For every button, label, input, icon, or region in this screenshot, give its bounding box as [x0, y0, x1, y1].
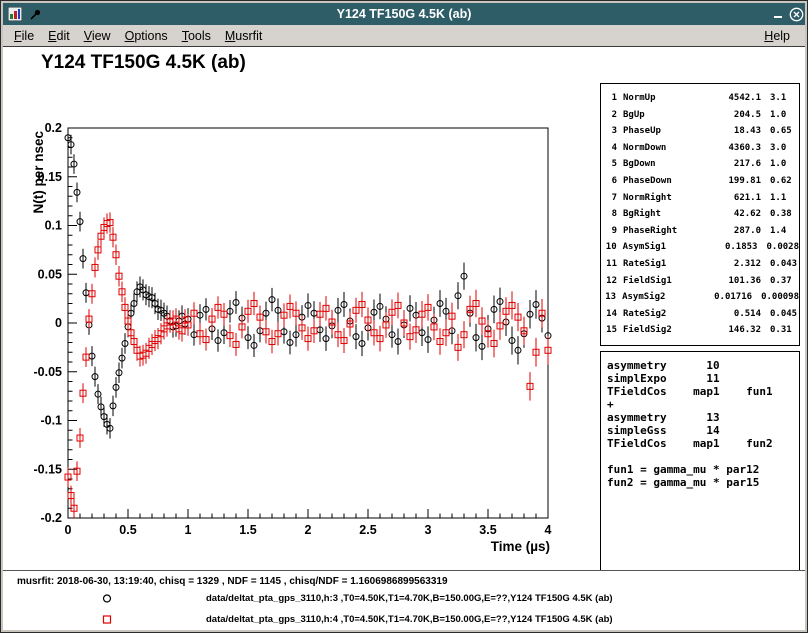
svg-text:0: 0	[65, 523, 72, 537]
menu-help[interactable]: Help	[757, 27, 797, 45]
theory-line	[607, 450, 799, 463]
series-circle	[65, 128, 551, 438]
param-row: 2BgUp204.51.0	[601, 107, 799, 124]
app-icon[interactable]	[7, 6, 23, 22]
svg-text:3.5: 3.5	[479, 523, 496, 537]
theory-line: asymmetry 13	[607, 411, 799, 424]
param-row: 15FieldSig2146.320.31	[601, 322, 799, 339]
param-row: 11RateSig12.3120.043	[601, 256, 799, 273]
param-row: 13AsymSig20.017160.00098	[601, 289, 799, 306]
svg-text:0.1: 0.1	[45, 219, 62, 233]
svg-text:-0.2: -0.2	[40, 511, 62, 525]
param-box[interactable]: 1NormUp4542.13.12BgUp204.51.03PhaseUp18.…	[600, 83, 800, 346]
svg-text:-0.15: -0.15	[34, 462, 63, 476]
param-row: 1NormUp4542.13.1	[601, 90, 799, 107]
theory-lines: asymmetry 10simplExpo 11TFieldCos map1 f…	[607, 359, 799, 489]
param-row: 10AsymSig10.18530.0028	[601, 239, 799, 256]
menu-tools[interactable]: Tools	[175, 27, 218, 45]
title-bar: Y124 TF150G 4.5K (ab)	[3, 3, 805, 25]
theory-line: +	[607, 398, 799, 411]
svg-text:0.5: 0.5	[119, 523, 136, 537]
series-square	[65, 212, 551, 518]
svg-text:0.2: 0.2	[45, 121, 62, 135]
svg-text:2.5: 2.5	[359, 523, 376, 537]
minimize-button[interactable]	[769, 6, 787, 22]
param-row: 6PhaseDown199.810.62	[601, 173, 799, 190]
svg-text:-0.05: -0.05	[34, 365, 63, 379]
svg-text:1.5: 1.5	[239, 523, 256, 537]
legend-entry-text: data/deltat_pta_gps_3110,h:3 ,T0=4.50K,T…	[206, 593, 613, 604]
menu-file[interactable]: File	[7, 27, 41, 45]
pin-icon[interactable]	[27, 6, 43, 22]
svg-text:0.05: 0.05	[38, 267, 62, 281]
menu-bar: File Edit View Options Tools Musrfit Hel…	[3, 25, 805, 47]
theory-box[interactable]: asymmetry 10simplExpo 11TFieldCos map1 f…	[600, 351, 800, 571]
param-row: 14RateSig20.5140.045	[601, 306, 799, 323]
param-rows: 1NormUp4542.13.12BgUp204.51.03PhaseUp18.…	[601, 90, 799, 339]
svg-text:1: 1	[185, 523, 192, 537]
plot-frame	[68, 128, 548, 518]
theory-line: simpleGss 14	[607, 424, 799, 437]
svg-text:2: 2	[305, 523, 312, 537]
root-canvas: Y124 TF150G 4.5K (ab) 00.511.522.533.540…	[3, 47, 805, 630]
y-axis-title: N(t) per nsec	[31, 131, 46, 214]
menu-edit[interactable]: Edit	[41, 27, 77, 45]
status-line: musrfit: 2018-06-30, 13:19:40, chisq = 1…	[17, 576, 448, 587]
svg-text:-0.1: -0.1	[40, 414, 62, 428]
legend-square-marker	[99, 612, 115, 627]
param-row: 3PhaseUp18.430.65	[601, 123, 799, 140]
theory-line: simplExpo 11	[607, 372, 799, 385]
theory-line: TFieldCos map1 fun2	[607, 437, 799, 450]
window: Y124 TF150G 4.5K (ab) File Edit View Opt…	[0, 0, 808, 633]
legend-entry: data/deltat_pta_gps_3110,h:4 ,T0=4.50K,T…	[3, 609, 805, 630]
param-row: 7NormRight621.11.1	[601, 190, 799, 207]
theory-line: asymmetry 10	[607, 359, 799, 372]
param-row: 9PhaseRight287.01.4	[601, 223, 799, 240]
legend-entry: data/deltat_pta_gps_3110,h:3 ,T0=4.50K,T…	[3, 588, 805, 609]
menu-options[interactable]: Options	[118, 27, 175, 45]
menu-musrfit[interactable]: Musrfit	[218, 27, 270, 45]
param-row: 8BgRight42.620.38	[601, 206, 799, 223]
menu-view[interactable]: View	[77, 27, 118, 45]
svg-text:4: 4	[545, 523, 552, 537]
param-row: 4NormDown4360.33.0	[601, 140, 799, 157]
close-button[interactable]	[787, 6, 805, 22]
x-axis-title: Time (µs)	[491, 539, 550, 554]
theory-line: TFieldCos map1 fun1	[607, 385, 799, 398]
svg-text:0: 0	[55, 316, 62, 330]
window-title: Y124 TF150G 4.5K (ab)	[3, 7, 805, 21]
legend-entry-text: data/deltat_pta_gps_3110,h:4 ,T0=4.50K,T…	[206, 614, 613, 625]
separator	[3, 570, 805, 571]
legend-circle-marker	[99, 591, 115, 606]
param-row: 5BgDown217.61.0	[601, 156, 799, 173]
plot-canvas[interactable]: 00.511.522.533.540.20.150.10.050-0.05-0.…	[3, 47, 603, 587]
param-row: 12FieldSig1101.360.37	[601, 273, 799, 290]
svg-text:3: 3	[425, 523, 432, 537]
theory-line: fun1 = gamma_mu * par12	[607, 463, 799, 476]
legend: data/deltat_pta_gps_3110,h:3 ,T0=4.50K,T…	[3, 588, 805, 630]
theory-line: fun2 = gamma_mu * par15	[607, 476, 799, 489]
